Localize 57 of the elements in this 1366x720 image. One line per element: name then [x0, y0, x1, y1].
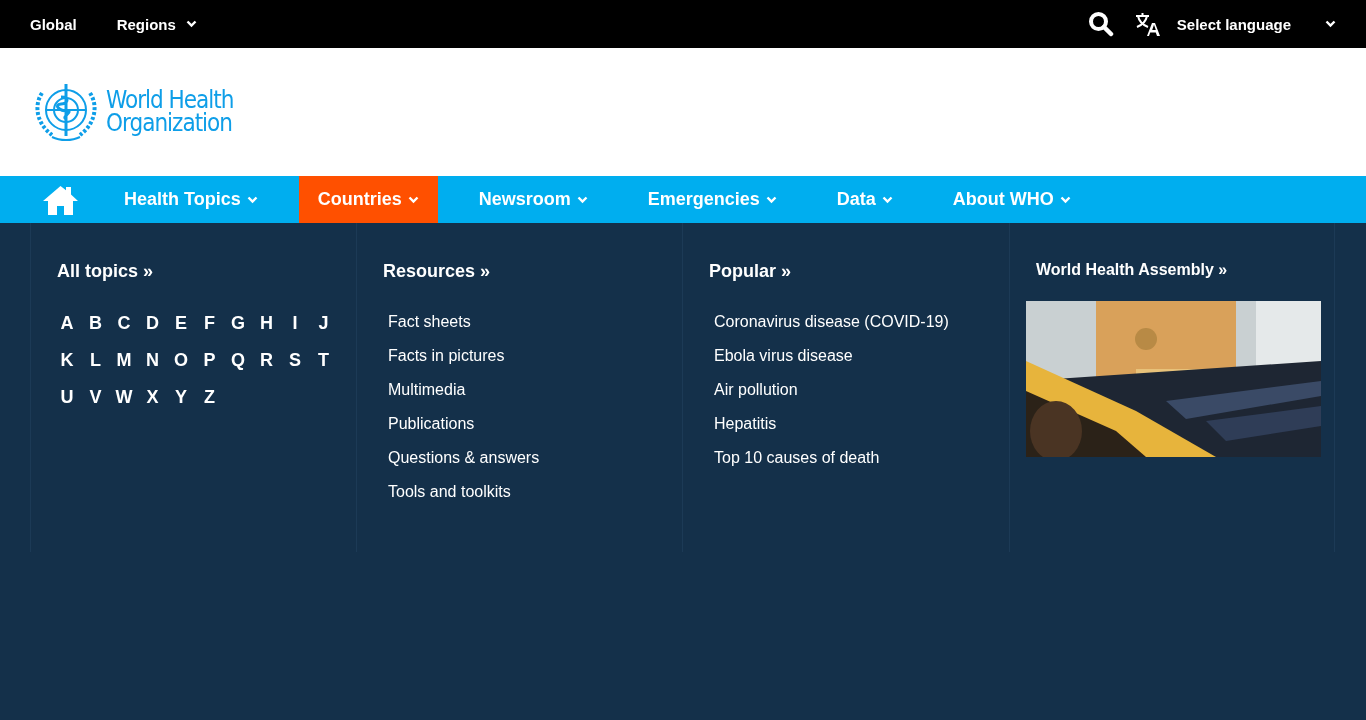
letter-link[interactable]: U — [57, 386, 77, 408]
letter-link[interactable]: I — [285, 312, 305, 334]
menu-heading[interactable]: World Health Assembly » — [1036, 261, 1228, 279]
letter-link[interactable]: X — [142, 386, 163, 408]
menu-link[interactable]: Hepatitis — [714, 414, 777, 434]
language-selector[interactable]: Select language — [1133, 11, 1336, 37]
letter-link[interactable]: R — [256, 349, 277, 371]
letter-link[interactable]: C — [114, 312, 134, 334]
letter-link[interactable]: Y — [171, 386, 191, 408]
menu-link[interactable]: Ebola virus disease — [714, 346, 853, 366]
logo-text: World Health Organization — [106, 89, 234, 135]
top-nav-link[interactable]: Regions — [116, 15, 197, 33]
menu-link[interactable]: Publications — [388, 414, 475, 434]
letter-link[interactable]: A — [57, 312, 77, 334]
chevron-down-icon — [246, 195, 258, 204]
letter-link[interactable]: F — [199, 312, 220, 334]
translate-icon — [1133, 11, 1161, 37]
chevron-down-icon — [1059, 195, 1071, 204]
letter-link[interactable]: Q — [228, 349, 248, 371]
top-nav-link[interactable]: Global — [30, 15, 77, 33]
menu-heading[interactable]: Popular » — [709, 261, 792, 282]
menu-link[interactable]: Coronavirus disease (COVID-19) — [714, 312, 949, 332]
home-icon — [42, 184, 79, 215]
menu-link[interactable]: Fact sheets — [388, 312, 471, 332]
letter-link[interactable]: T — [313, 349, 334, 371]
letter-link[interactable]: G — [228, 312, 248, 334]
chevron-down-icon — [1325, 20, 1336, 28]
chevron-down-icon — [185, 20, 197, 28]
letter-link[interactable]: V — [85, 386, 106, 408]
chevron-down-icon — [765, 195, 777, 204]
letter-link[interactable]: S — [285, 349, 305, 371]
letter-link[interactable]: H — [256, 312, 277, 334]
letter-link[interactable]: P — [199, 349, 220, 371]
search-button[interactable] — [1087, 11, 1114, 37]
menu-link[interactable]: Air pollution — [714, 380, 798, 400]
menu-heading[interactable]: All topics » — [57, 261, 154, 282]
chevron-down-icon — [407, 195, 419, 204]
letter-link[interactable]: J — [313, 312, 334, 334]
letter-link[interactable]: M — [114, 349, 134, 371]
menu-link[interactable]: Questions & answers — [388, 448, 540, 468]
letter-link[interactable]: E — [171, 312, 191, 334]
search-icon — [1087, 11, 1114, 37]
letter-link[interactable]: L — [85, 349, 106, 371]
menu-link[interactable]: Facts in pictures — [388, 346, 505, 366]
letter-link[interactable]: K — [57, 349, 77, 371]
letter-link[interactable]: O — [171, 349, 191, 371]
chevron-down-icon — [576, 195, 588, 204]
chevron-down-icon — [881, 195, 893, 204]
letter-link[interactable]: D — [142, 312, 163, 334]
letter-link[interactable]: B — [85, 312, 106, 334]
menu-link[interactable]: Top 10 causes of death — [714, 448, 880, 468]
letter-link[interactable]: N — [142, 349, 163, 371]
letter-link[interactable]: Z — [199, 386, 220, 408]
menu-heading[interactable]: Resources » — [383, 261, 491, 282]
letter-link[interactable]: W — [114, 386, 134, 408]
menu-link[interactable]: Multimedia — [388, 380, 466, 400]
menu-link[interactable]: Tools and toolkits — [388, 482, 511, 502]
